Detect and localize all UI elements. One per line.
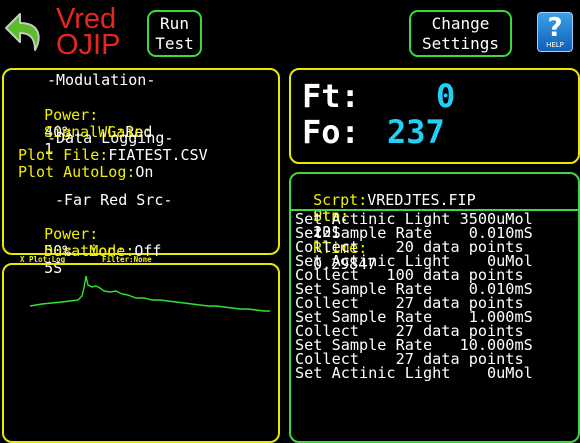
fo-value: 237 <box>387 113 445 151</box>
ft-label: Ft: <box>302 77 360 115</box>
fo-label: Fo: <box>302 113 360 151</box>
ft-value: 0 <box>436 77 456 115</box>
script-line[interactable]: Set Actinic Light 0uMol <box>295 365 533 381</box>
trace-line <box>29 275 270 312</box>
scrpt-value: VREDJTES.FIP <box>367 191 476 209</box>
